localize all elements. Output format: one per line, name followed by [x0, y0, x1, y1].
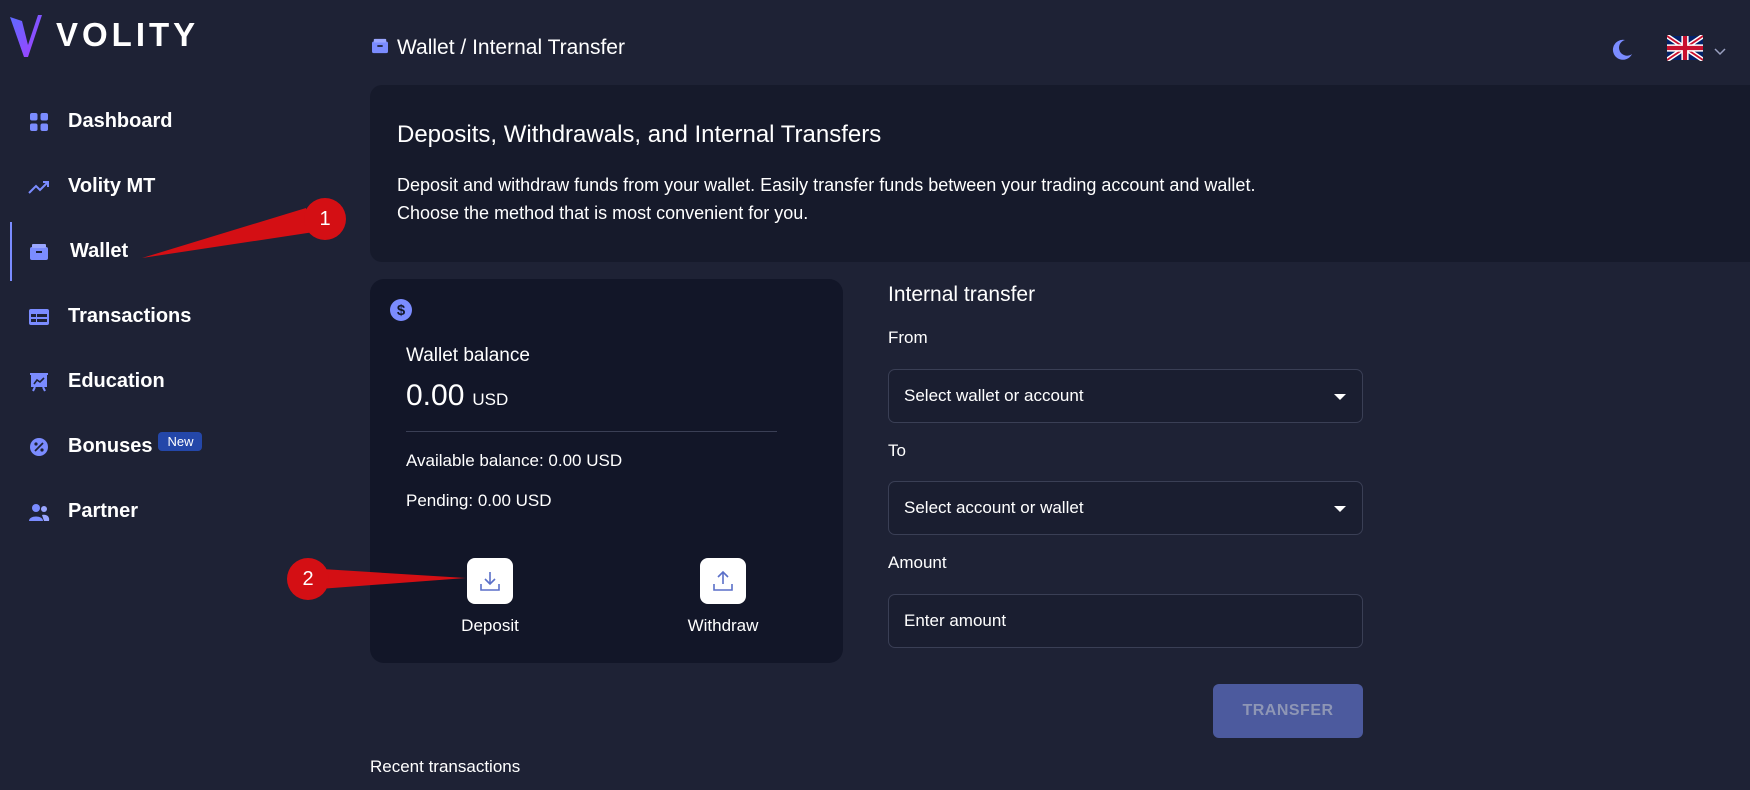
wallet-icon: [371, 38, 389, 59]
upload-icon: [713, 570, 733, 591]
sidebar-item-label: Bonuses: [68, 435, 153, 457]
intro-line-2: Choose the method that is most convenien…: [397, 203, 809, 223]
amount-label: Amount: [888, 553, 947, 572]
amount-field-wrapper[interactable]: [888, 594, 1363, 648]
sidebar-item-volity-mt[interactable]: Volity MT: [0, 154, 314, 219]
intro-description: Deposit and withdraw funds from your wal…: [397, 171, 1497, 227]
deposit-icon-box[interactable]: [467, 558, 513, 604]
new-badge: New: [158, 432, 203, 451]
sidebar-item-label: Wallet: [70, 240, 129, 262]
to-select[interactable]: Select account or wallet: [888, 481, 1363, 535]
recent-transactions-title: Recent transactions: [370, 757, 521, 776]
chevron-down-icon[interactable]: [1714, 43, 1726, 61]
dollar-icon: $: [390, 299, 412, 321]
sidebar-item-label: Education: [68, 370, 165, 392]
wallet-icon: [28, 241, 50, 263]
wallet-card: $ Wallet balance 0.00 USD Available bala…: [370, 279, 843, 663]
sidebar-item-transactions[interactable]: Transactions: [0, 284, 314, 349]
withdraw-button[interactable]: Withdraw: [663, 558, 783, 636]
sidebar-item-label: Partner: [68, 500, 139, 522]
amount-input[interactable]: [904, 611, 1344, 631]
intro-title: Deposits, Withdrawals, and Internal Tran…: [397, 121, 882, 148]
sidebar-item-dashboard[interactable]: Dashboard: [0, 89, 314, 154]
logo[interactable]: VOLITY: [8, 12, 199, 58]
intro-line-1: Deposit and withdraw funds from your wal…: [397, 175, 1256, 195]
pending-balance: Pending: 0.00 USD: [406, 491, 552, 510]
presentation-icon: [28, 371, 50, 393]
wallet-balance: 0.00 USD: [406, 379, 508, 413]
sidebar-item-label: Transactions: [68, 305, 192, 327]
sidebar-item-label: Dashboard: [68, 110, 173, 132]
sidebar-item-bonuses[interactable]: Bonuses New: [0, 414, 314, 479]
users-icon: [28, 501, 50, 523]
grid-icon: [28, 111, 50, 133]
sidebar-item-partner[interactable]: Partner: [0, 479, 314, 544]
from-select-value: Select wallet or account: [904, 386, 1084, 405]
to-select-value: Select account or wallet: [904, 498, 1084, 517]
internal-transfer-form: Internal transfer From Select wallet or …: [888, 283, 1363, 738]
sidebar-nav: Dashboard Volity MT Wallet Transactions: [0, 89, 314, 544]
wallet-balance-currency: USD: [472, 390, 509, 409]
sidebar-item-wallet[interactable]: Wallet: [0, 219, 314, 284]
deposit-button[interactable]: Deposit: [430, 558, 550, 636]
sidebar-item-education[interactable]: Education: [0, 349, 314, 414]
available-balance: Available balance: 0.00 USD: [406, 451, 623, 470]
withdraw-label: Withdraw: [687, 616, 759, 635]
trend-up-icon: [28, 176, 50, 198]
to-label: To: [888, 441, 906, 460]
transfer-button[interactable]: TRANSFER: [1213, 684, 1363, 738]
wallet-balance-amount: 0.00: [406, 379, 465, 412]
table-icon: [28, 306, 50, 328]
annotation-callout-1: 1: [304, 198, 346, 240]
divider: [406, 431, 777, 432]
breadcrumb: Wallet / Internal Transfer: [371, 36, 625, 60]
volity-v-logo-icon: [10, 15, 42, 57]
page-title: Wallet / Internal Transfer: [397, 36, 625, 59]
percent-badge-icon: [28, 436, 50, 458]
app-root: VOLITY Dashboard Volity MT Wallet Transa…: [0, 0, 1750, 790]
annotation-callout-2: 2: [287, 558, 329, 600]
intro-panel: Deposits, Withdrawals, and Internal Tran…: [370, 85, 1750, 262]
from-label: From: [888, 328, 928, 347]
moon-icon[interactable]: [1610, 38, 1634, 67]
deposit-label: Deposit: [461, 616, 519, 635]
from-select[interactable]: Select wallet or account: [888, 369, 1363, 423]
uk-flag-icon[interactable]: [1665, 34, 1705, 66]
withdraw-icon-box[interactable]: [700, 558, 746, 604]
caret-down-icon: [1334, 394, 1346, 400]
sidebar: VOLITY Dashboard Volity MT Wallet Transa…: [0, 0, 314, 790]
transfer-title: Internal transfer: [888, 283, 1036, 306]
download-icon: [480, 572, 500, 591]
wallet-balance-label: Wallet balance: [406, 345, 530, 366]
caret-down-icon: [1334, 506, 1346, 512]
logo-text: VOLITY: [56, 16, 200, 53]
sidebar-item-label: Volity MT: [68, 175, 156, 197]
